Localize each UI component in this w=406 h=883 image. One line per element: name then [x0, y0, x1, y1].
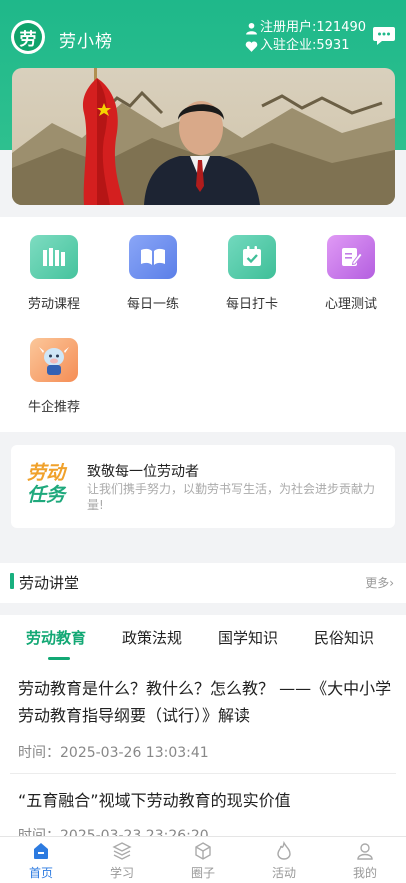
registered-users-line: 注册用户:121490	[245, 19, 366, 37]
article-title[interactable]: 劳动教育是什么？教什么？怎么教？ ——《大中小学劳动教育指导纲要（试行）》解读	[18, 675, 394, 729]
banner-carousel[interactable]	[12, 68, 395, 205]
grid-label: 劳动课程	[27, 297, 80, 312]
nav-label: 首页	[28, 866, 53, 880]
grid-label: 心理测试	[324, 297, 377, 312]
nav-activity[interactable]: 活动	[254, 841, 314, 881]
app-name: 劳小榜	[59, 32, 113, 52]
tab-policy-law[interactable]: 政策法规	[122, 627, 182, 648]
app-logo-mark: 劳	[14, 23, 42, 51]
grid-item-daily-practice[interactable]: 每日一练	[113, 235, 193, 312]
nav-home[interactable]: 首页	[11, 841, 71, 881]
grid-label: 每日一练	[126, 297, 179, 312]
section-title: 劳动讲堂	[19, 574, 80, 592]
divider	[10, 773, 396, 774]
nav-label: 我的	[352, 866, 377, 880]
mission-desc: 让我们携手努力，以勤劳书写生活，为社会进步贡献力量!	[87, 482, 376, 512]
article-time: 时间：2025-03-26 13:03:41	[18, 745, 209, 761]
cow-mascot-icon	[30, 338, 78, 382]
enterprises-text: 入驻企业:5931	[260, 38, 350, 53]
grid-label: 每日打卡	[225, 297, 278, 312]
section-accent-bar	[10, 573, 14, 589]
stats-block: 注册用户:121490 入驻企业:5931	[245, 19, 366, 55]
more-link[interactable]: 更多›	[365, 574, 394, 591]
message-icon[interactable]	[372, 25, 396, 47]
nav-label: 学习	[109, 866, 134, 880]
tab-labor-education[interactable]: 劳动教育	[26, 627, 86, 648]
mission-section: 劳动 任务 致敬每一位劳动者 让我们携手努力，以勤劳书写生活，为社会进步贡献力量…	[0, 445, 406, 557]
nav-circle[interactable]: 圈子	[173, 841, 233, 881]
registered-users-text: 注册用户:121490	[260, 20, 367, 35]
labor-task-art-line2: 任务	[27, 484, 66, 506]
quick-grid: 劳动课程 每日一练 每日打卡 心理测试 牛企推荐	[0, 217, 406, 432]
user-icon	[357, 843, 373, 860]
bottom-nav: 首页 学习 圈子 活动 我的	[0, 836, 406, 883]
user-icon	[246, 22, 257, 34]
banner-image	[12, 68, 395, 205]
app-logo: 劳	[11, 20, 45, 54]
grid-label: 牛企推荐	[27, 400, 80, 415]
open-book-icon	[129, 235, 177, 279]
check-in-icon	[228, 235, 276, 279]
labor-task-art: 劳动 任务	[27, 462, 73, 506]
grid-item-daily-checkin[interactable]: 每日打卡	[212, 235, 292, 312]
nav-label: 圈子	[190, 866, 215, 880]
mission-card[interactable]: 劳动 任务 致敬每一位劳动者 让我们携手努力，以勤劳书写生活，为社会进步贡献力量…	[11, 445, 395, 528]
mission-title: 致敬每一位劳动者	[87, 464, 199, 480]
enterprises-line: 入驻企业:5931	[245, 37, 366, 55]
home-icon	[34, 843, 48, 859]
cube-icon	[195, 842, 211, 860]
edit-note-icon	[327, 235, 375, 279]
grid-item-enterprise-recommend[interactable]: 牛企推荐	[14, 338, 94, 415]
nav-mine[interactable]: 我的	[335, 841, 395, 881]
labor-task-art-line1: 劳动	[27, 462, 66, 484]
article-title[interactable]: “五育融合”视域下劳动教育的现实价值	[18, 787, 394, 814]
tab-sinology[interactable]: 国学知识	[218, 627, 278, 648]
lecture-content: 劳动教育 政策法规 国学知识 民俗知识 劳动教育是什么？教什么？怎么教？ ——《…	[0, 615, 406, 844]
flame-icon	[277, 841, 291, 860]
lecture-section-header: 劳动讲堂 更多›	[0, 563, 406, 603]
active-tab-indicator	[48, 657, 70, 660]
grid-item-labor-course[interactable]: 劳动课程	[14, 235, 94, 312]
books-icon	[30, 235, 78, 279]
layers-icon	[112, 842, 132, 860]
grid-item-psych-test[interactable]: 心理测试	[311, 235, 391, 312]
nav-label: 活动	[271, 866, 296, 880]
heart-icon	[245, 40, 258, 52]
nav-study[interactable]: 学习	[92, 841, 152, 881]
tab-folk-knowledge[interactable]: 民俗知识	[314, 627, 374, 648]
